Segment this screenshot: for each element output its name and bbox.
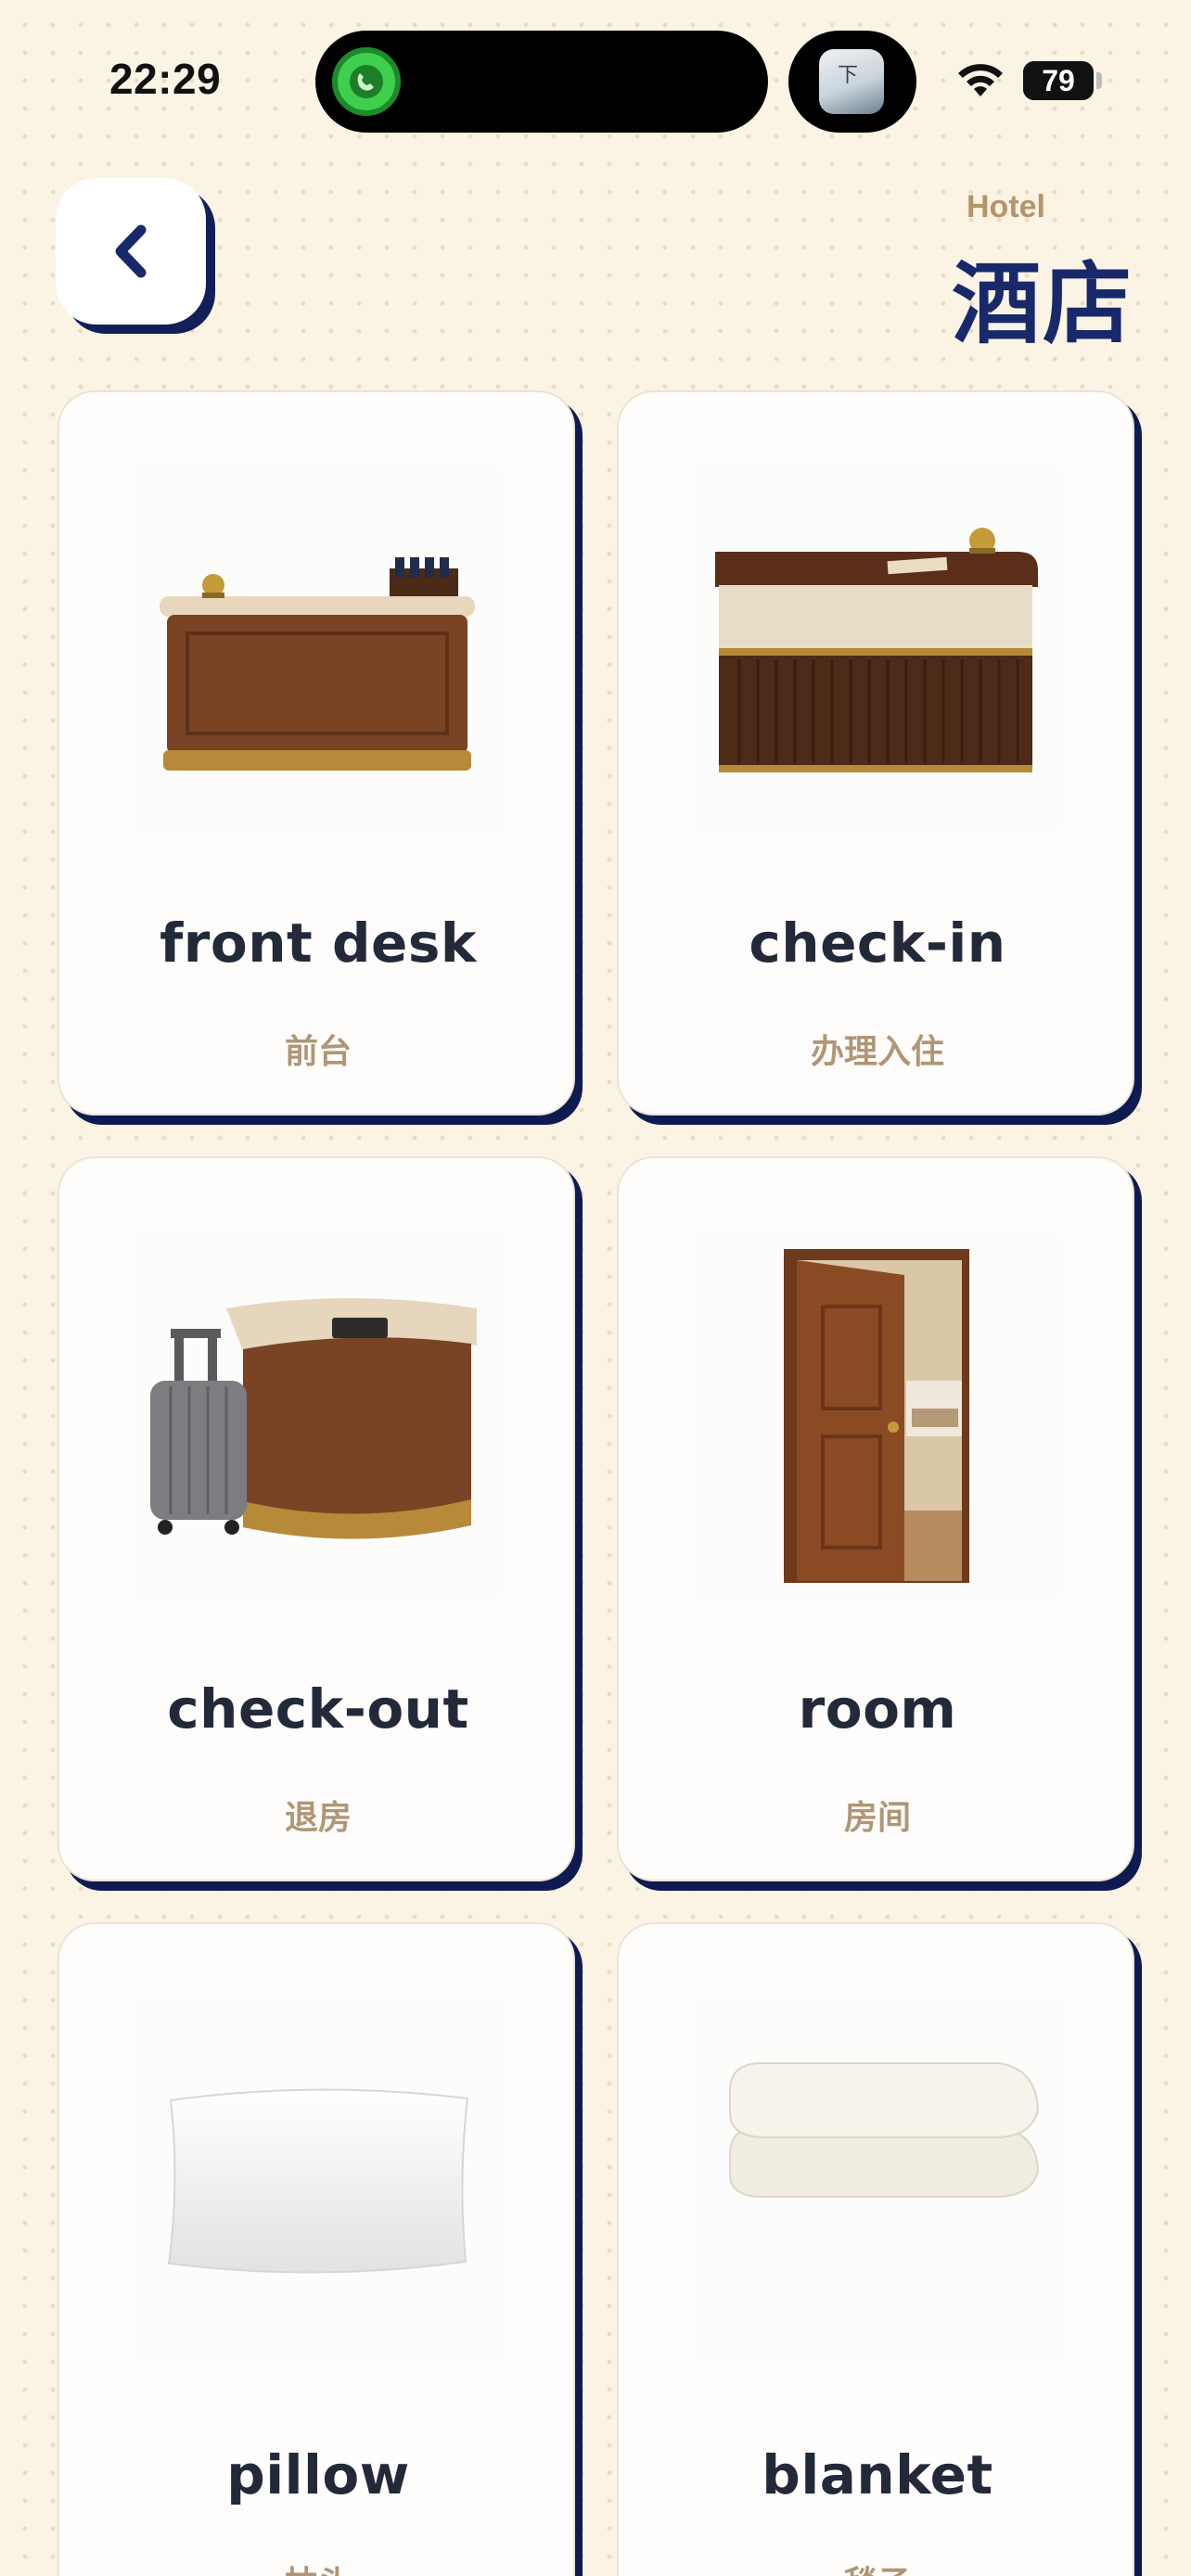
card-translation: 枕头 xyxy=(59,2557,577,2576)
white-pillow-image xyxy=(134,1998,503,2364)
battery-indicator: 79 xyxy=(1023,61,1094,100)
folded-blanket-image xyxy=(693,1998,1062,2364)
card-translation: 毯子 xyxy=(619,2557,1136,2576)
card-face[interactable]: check-in 办理入住 xyxy=(617,390,1134,1116)
card-face[interactable]: check-out 退房 xyxy=(58,1156,575,1881)
live-activity-pill[interactable]: 下 xyxy=(788,31,916,133)
dynamic-island[interactable] xyxy=(315,31,768,133)
call-activity-icon[interactable] xyxy=(332,47,401,116)
card-word: front desk xyxy=(160,912,477,975)
card-word: check-in xyxy=(749,912,1006,975)
vocab-card-pillow[interactable]: pillow 枕头 xyxy=(58,1922,583,2576)
page-subtitle: Hotel xyxy=(967,189,1045,224)
app-thumbnail-icon: 下 xyxy=(819,49,884,114)
card-translation: 办理入住 xyxy=(810,1033,944,1071)
back-button[interactable] xyxy=(56,178,215,334)
vocab-card-room[interactable]: room 房间 xyxy=(617,1156,1142,1891)
wifi-icon xyxy=(958,64,1003,96)
card-word: room xyxy=(798,1677,957,1741)
card-word: check-out xyxy=(167,1677,469,1741)
reception-desk-with-bell-image xyxy=(134,466,503,832)
page-title: 酒店 xyxy=(952,252,1133,356)
open-room-door-image xyxy=(693,1232,1062,1598)
card-translation: 退房 xyxy=(284,1799,352,1837)
card-face[interactable]: room 房间 xyxy=(617,1156,1134,1881)
card-word: pillow xyxy=(226,2443,410,2506)
vocab-card-check-out[interactable]: check-out 退房 xyxy=(58,1156,583,1891)
suitcase-and-counter-image xyxy=(134,1232,503,1598)
card-face[interactable]: blanket 毯子 xyxy=(617,1922,1134,2576)
vocab-card-blanket[interactable]: blanket 毯子 xyxy=(617,1922,1142,2576)
back-button-face[interactable] xyxy=(56,178,206,325)
vocab-card-check-in[interactable]: check-in 办理入住 xyxy=(617,390,1142,1125)
card-translation: 前台 xyxy=(284,1033,352,1071)
card-translation: 房间 xyxy=(843,1799,911,1837)
status-time: 22:29 xyxy=(109,55,222,103)
battery-cap xyxy=(1096,72,1102,89)
check-in-counter-with-bell-image xyxy=(693,466,1062,832)
card-face[interactable]: pillow 枕头 xyxy=(58,1922,575,2576)
card-face[interactable]: front desk 前台 xyxy=(58,390,575,1116)
vocab-card-front-desk[interactable]: front desk 前台 xyxy=(58,390,583,1125)
card-word: blanket xyxy=(762,2443,993,2506)
battery-percentage: 79 xyxy=(1042,64,1075,97)
chevron-left-icon xyxy=(115,224,147,278)
